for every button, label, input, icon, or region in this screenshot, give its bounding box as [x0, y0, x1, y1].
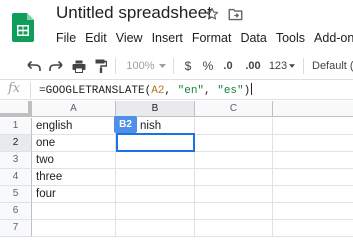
row-header-2[interactable]: 2: [0, 135, 32, 152]
row-header-1[interactable]: 1: [0, 118, 32, 135]
menu-view[interactable]: View: [116, 29, 143, 47]
cell-b5[interactable]: [116, 186, 195, 203]
app-header: Untitled spreadsheet File Edit View Inse…: [0, 0, 353, 52]
cell-d6[interactable]: [273, 203, 353, 220]
cell-b7[interactable]: [116, 220, 195, 237]
row-header-3[interactable]: 3: [0, 152, 32, 169]
cell-a6[interactable]: [32, 203, 116, 220]
column-header-b[interactable]: B: [116, 101, 195, 117]
zoom-dropdown-icon: [158, 64, 166, 68]
cell-c6[interactable]: [195, 203, 273, 220]
text-cursor: [251, 83, 253, 95]
cell-a5[interactable]: four: [32, 186, 116, 203]
star-icon[interactable]: [205, 7, 219, 21]
menu-edit[interactable]: Edit: [85, 29, 107, 47]
more-formats-button[interactable]: 123: [268, 58, 296, 74]
cell-b3[interactable]: [116, 152, 195, 169]
toolbar-divider: [173, 58, 174, 74]
cell-b6[interactable]: [116, 203, 195, 220]
font-value: Default (A: [312, 60, 353, 72]
column-header-a[interactable]: A: [32, 101, 116, 117]
currency-format-button[interactable]: $: [181, 58, 195, 74]
paint-format-button[interactable]: [93, 58, 109, 74]
sheets-logo-icon[interactable]: [12, 13, 34, 42]
cell-c3[interactable]: [195, 152, 273, 169]
row-header-7[interactable]: 7: [0, 220, 32, 237]
column-header-d[interactable]: [273, 101, 353, 117]
cell-d4[interactable]: [273, 169, 353, 186]
cell-d7[interactable]: [273, 220, 353, 237]
font-select[interactable]: Default (A: [312, 58, 353, 74]
spreadsheet-grid: A B C 1 2 3 4 5 6 7 english one two thre…: [0, 101, 353, 250]
print-icon: [72, 60, 86, 73]
cell-a3[interactable]: two: [32, 152, 116, 169]
cell-d3[interactable]: [273, 152, 353, 169]
undo-icon: [27, 60, 41, 71]
cell-a2[interactable]: one: [32, 135, 116, 152]
percent-format-button[interactable]: %: [201, 58, 215, 74]
menu-data[interactable]: Data: [240, 29, 266, 47]
menu-tools[interactable]: Tools: [276, 29, 305, 47]
row-header-5[interactable]: 5: [0, 186, 32, 203]
cell-c2[interactable]: [195, 135, 273, 152]
cell-c5[interactable]: [195, 186, 273, 203]
selected-cell-outline[interactable]: [116, 133, 195, 152]
column-header-c[interactable]: C: [195, 101, 273, 117]
increase-decimals-button[interactable]: .00: [243, 58, 263, 74]
move-to-folder-icon[interactable]: [228, 8, 243, 21]
menu-format[interactable]: Format: [192, 29, 232, 47]
more-formats-dropdown-icon: [289, 64, 296, 68]
cell-a1[interactable]: english: [32, 118, 116, 135]
zoom-select[interactable]: 100%: [124, 58, 168, 74]
print-button[interactable]: [71, 58, 87, 74]
menu-file[interactable]: File: [56, 29, 76, 47]
cell-d1[interactable]: [273, 118, 353, 135]
cell-b4[interactable]: [116, 169, 195, 186]
formula-divider: [30, 82, 31, 98]
cell-d2[interactable]: [273, 135, 353, 152]
toolbar-divider: [115, 58, 116, 74]
redo-button[interactable]: [48, 58, 64, 74]
undo-button[interactable]: [26, 58, 42, 74]
cell-a7[interactable]: [32, 220, 116, 237]
cell-c1[interactable]: [195, 118, 273, 135]
cell-reference-tooltip: B2: [114, 116, 137, 133]
row-header-6[interactable]: 6: [0, 203, 32, 220]
decrease-decimals-button[interactable]: .0: [219, 58, 237, 74]
menu-bar: File Edit View Insert Format Data Tools …: [56, 29, 353, 47]
redo-icon: [49, 60, 63, 71]
cell-c4[interactable]: [195, 169, 273, 186]
cell-d5[interactable]: [273, 186, 353, 203]
cell-c7[interactable]: [195, 220, 273, 237]
fx-icon: fx: [8, 81, 21, 96]
formula-bar: fx =GOOGLETRANSLATE(A2, "en", "es"): [0, 80, 353, 100]
document-title[interactable]: Untitled spreadsheet: [56, 3, 212, 23]
toolbar-divider: [303, 58, 304, 74]
menu-add-ons[interactable]: Add-ons: [314, 29, 353, 47]
select-all-corner[interactable]: [0, 101, 32, 117]
cell-a4[interactable]: three: [32, 169, 116, 186]
menu-insert[interactable]: Insert: [152, 29, 183, 47]
toolbar: 100% $ % .0 .00 123 Default (A: [0, 52, 353, 80]
zoom-value: 100%: [126, 60, 155, 72]
row-header-4[interactable]: 4: [0, 169, 32, 186]
paint-format-icon: [95, 59, 107, 73]
formula-input[interactable]: =GOOGLETRANSLATE(A2, "en", "es"): [39, 83, 253, 97]
